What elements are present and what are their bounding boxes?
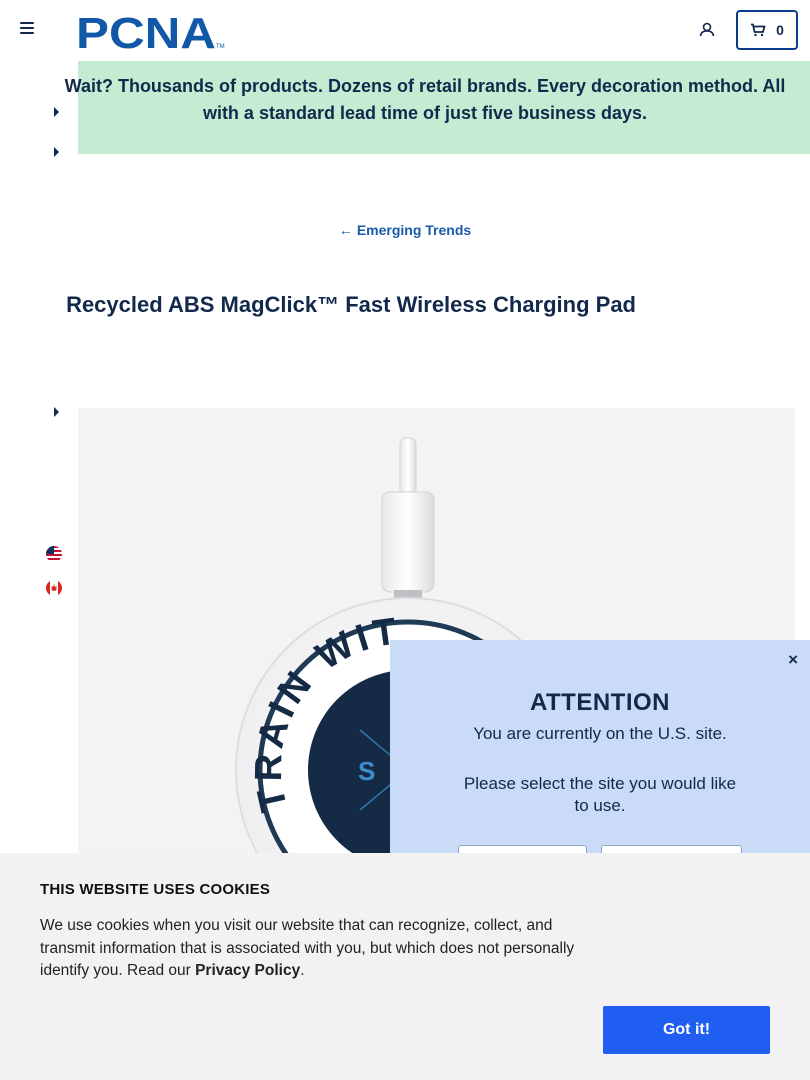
close-icon[interactable]: ×: [788, 650, 798, 670]
hamburger-icon[interactable]: [20, 22, 36, 38]
cookie-text: We use cookies when you visit our websit…: [40, 915, 600, 983]
user-icon[interactable]: [697, 20, 717, 40]
us-flag-icon[interactable]: [46, 546, 62, 562]
pcna-logo[interactable]: PCNA TM: [76, 10, 226, 50]
arrow-left-icon: ←: [338, 222, 353, 238]
product-title: Recycled ABS MagClick™ Fast Wireless Cha…: [0, 290, 810, 324]
svg-text:S: S: [358, 756, 375, 786]
back-link-label: Emerging Trends: [356, 222, 472, 238]
privacy-policy-link[interactable]: Privacy Policy: [195, 962, 300, 979]
cookie-title: THIS WEBSITE USES COOKIES: [40, 881, 271, 898]
cart-icon: [751, 23, 766, 37]
site-header: PCNA TM 0: [0, 0, 810, 60]
cookie-banner: THIS WEBSITE USES COOKIES We use cookies…: [0, 853, 810, 1080]
promo-line-2: with a standard lead time of just five b…: [202, 103, 648, 123]
cookie-period: .: [300, 962, 305, 979]
svg-text:TM: TM: [216, 44, 225, 50]
modal-title: ATTENTION: [529, 689, 671, 716]
canada-flag-icon[interactable]: [46, 580, 62, 596]
caret-right-icon[interactable]: [54, 147, 59, 157]
modal-instruction-text: Please select the site you would like to…: [463, 774, 737, 815]
modal-current-site-text: You are currently on the U.S. site.: [473, 724, 727, 743]
promo-line-1: Wait? Thousands of products. Dozens of r…: [64, 76, 786, 96]
caret-right-icon[interactable]: [54, 107, 59, 117]
cart-button[interactable]: 0: [736, 10, 798, 50]
cart-count: 0: [776, 22, 784, 38]
caret-right-icon[interactable]: [54, 407, 59, 417]
product-title-text: Recycled ABS MagClick™ Fast Wireless Cha…: [66, 292, 636, 317]
accept-cookies-button[interactable]: Got it!: [603, 1006, 770, 1054]
logo-text: PCNA: [76, 10, 216, 50]
promo-banner-text: Wait? Thousands of products. Dozens of r…: [40, 73, 810, 127]
cookie-body: We use cookies when you visit our websit…: [40, 917, 575, 979]
back-link[interactable]: ← Emerging Trends: [0, 222, 810, 238]
page: PCNA TM 0 Wait? Thousands of products. D…: [0, 0, 810, 1080]
